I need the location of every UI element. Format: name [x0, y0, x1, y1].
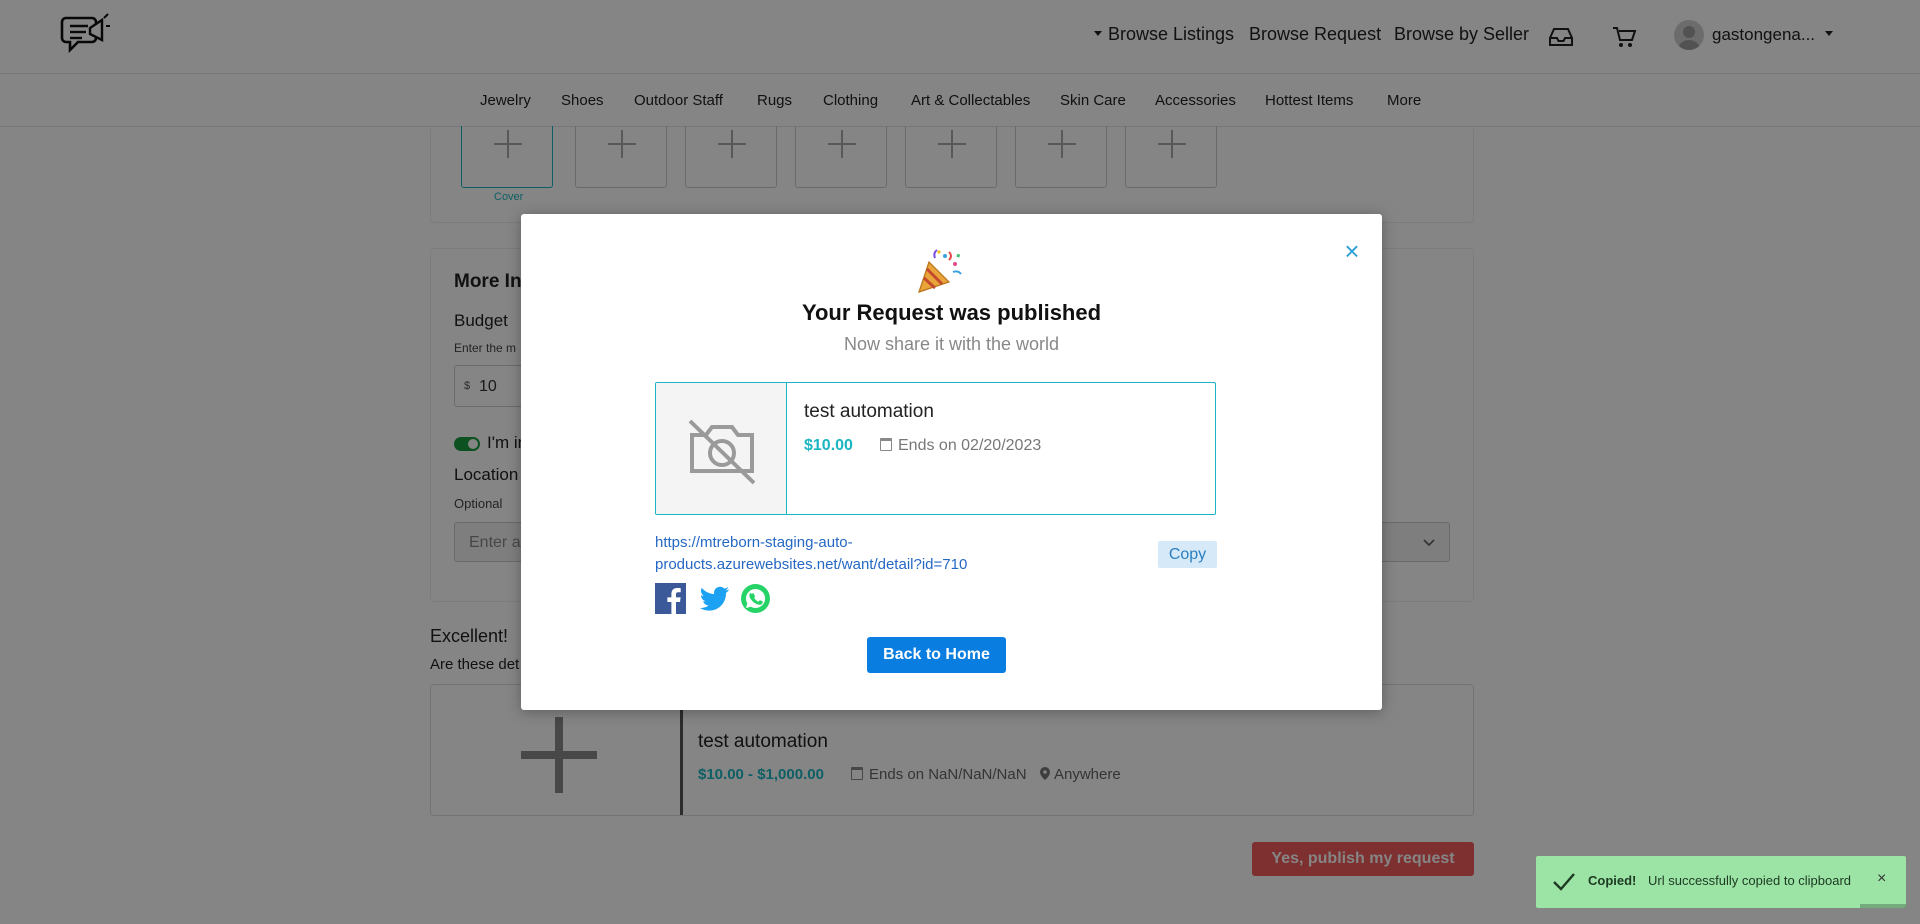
toast-close-icon[interactable]: × [1877, 870, 1886, 888]
card-ends: Ends on 02/20/2023 [880, 437, 1041, 455]
calendar-icon [880, 438, 892, 451]
no-camera-icon [688, 419, 756, 485]
card-title: test automation [804, 401, 934, 422]
copy-button[interactable]: Copy [1158, 541, 1217, 568]
toast-progress-bar [1860, 904, 1906, 908]
no-image-placeholder [656, 383, 787, 514]
party-popper-icon [918, 249, 962, 293]
back-to-home-button[interactable]: Back to Home [867, 637, 1006, 673]
modal-subtitle: Now share it with the world [843, 334, 1060, 354]
card-ends-text: Ends on 02/20/2023 [898, 437, 1042, 454]
facebook-icon[interactable] [655, 583, 686, 614]
toast-title: Copied! [1588, 873, 1637, 888]
whatsapp-icon[interactable] [740, 583, 771, 614]
modal-title: Your Request was published [801, 300, 1102, 325]
toast-message: Url successfully copied to clipboard [1648, 873, 1852, 888]
share-url-link[interactable]: https://mtreborn-staging-auto-products.a… [655, 532, 1045, 576]
card-price: $10.00 [804, 437, 853, 454]
twitter-icon[interactable] [699, 583, 730, 614]
request-card: test automation $10.00 Ends on 02/20/202… [655, 382, 1216, 515]
published-modal: × Your Request was published Now share i… [521, 214, 1382, 710]
check-icon [1553, 873, 1575, 891]
close-icon[interactable]: × [1341, 238, 1363, 264]
toast-notification: Copied! Url successfully copied to clipb… [1536, 856, 1906, 908]
